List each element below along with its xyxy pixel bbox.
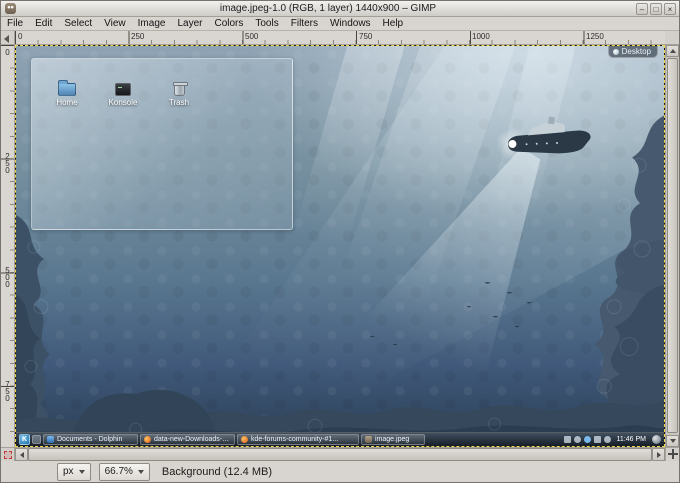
window-controls: – □ ×: [636, 2, 676, 15]
taskbar-window-button: data-new-Downloads-...jpeg: [140, 434, 235, 445]
titlebar[interactable]: image.jpeg-1.0 (RGB, 1 layer) 1440x900 –…: [1, 1, 679, 17]
h-ruler-mark: 750: [359, 32, 373, 41]
folderview-widget: Home Konsole Trash: [31, 58, 293, 230]
desktop-icon-konsole: Konsole: [100, 83, 146, 107]
taskbar-window-label: Documents - Dolphin: [57, 436, 123, 443]
menu-edit[interactable]: Edit: [29, 17, 58, 30]
plasma-icon: [612, 48, 619, 55]
vertical-scroll-thumb[interactable]: [667, 58, 678, 433]
taskbar-window-button: Documents - Dolphin: [43, 434, 138, 445]
taskbar-window-label: image.jpeg: [375, 436, 410, 443]
desktop-icon-trash: Trash: [156, 82, 202, 107]
menu-view[interactable]: View: [98, 17, 132, 30]
taskbar-window-button: image.jpeg: [361, 434, 425, 445]
home-folder-icon: [58, 80, 76, 96]
v-ruler-mark: 250: [3, 152, 12, 173]
canvas-viewport[interactable]: Home Konsole Trash Desktop K Documents -…: [15, 45, 665, 447]
close-button[interactable]: ×: [664, 2, 676, 15]
minimize-button[interactable]: –: [636, 2, 648, 15]
kmenu-icon: K: [19, 434, 30, 445]
desktop-toolbox-label: Desktop: [621, 46, 651, 56]
statusbar: px 66.7% Background (12.4 MB): [1, 461, 679, 482]
menu-select[interactable]: Select: [58, 17, 98, 30]
chevron-down-icon: [78, 469, 85, 474]
scroll-left-button[interactable]: [15, 448, 28, 461]
menu-arrow-icon: [4, 35, 9, 43]
unit-selector[interactable]: px: [57, 462, 91, 481]
folderview-icons: Home Konsole Trash: [32, 59, 292, 107]
up-arrow-icon: [669, 49, 676, 53]
h-ruler-mark: 250: [131, 32, 145, 41]
navigation-cross-icon: [667, 449, 678, 459]
maximize-button[interactable]: □: [650, 2, 662, 15]
h-ruler-mark: 0: [18, 32, 23, 41]
status-text: Background (12.4 MB): [161, 465, 272, 478]
taskbar-window-label: kde-forums-community-#1...: [251, 436, 339, 443]
dolphin-icon: [47, 436, 54, 443]
horizontal-ruler[interactable]: 0 250 500 750 1000 1250: [15, 31, 665, 45]
h-ruler-mark: 1000: [472, 32, 490, 41]
firefox-icon: [241, 436, 248, 443]
gimp-window: image.jpeg-1.0 (RGB, 1 layer) 1440x900 –…: [0, 0, 680, 483]
konsole-icon: [115, 83, 131, 96]
tray-icon: [573, 436, 581, 443]
menu-image[interactable]: Image: [132, 17, 172, 30]
zoom-selector-value: 66.7%: [104, 466, 133, 477]
taskbar-clock: 11:46 PM: [616, 436, 646, 443]
horizontal-scrollbar[interactable]: [15, 447, 665, 461]
trash-icon: [172, 82, 188, 96]
vertical-scrollbar[interactable]: [665, 45, 679, 447]
menu-colors[interactable]: Colors: [208, 17, 249, 30]
right-arrow-icon: [656, 451, 661, 458]
menu-filters[interactable]: Filters: [285, 17, 324, 30]
chevron-down-icon: [137, 469, 144, 474]
scroll-up-button[interactable]: [666, 45, 679, 57]
unit-selector-value: px: [63, 466, 74, 477]
canvas-image[interactable]: Home Konsole Trash Desktop K Documents -…: [15, 45, 665, 447]
menu-file[interactable]: File: [1, 17, 29, 30]
rocks-left: [16, 215, 52, 446]
plasma-cashew-icon: [652, 435, 661, 444]
gimp-task-icon: [365, 436, 372, 443]
desktop-icon-label: Home: [56, 98, 78, 107]
tray-icon: [563, 436, 571, 443]
menu-tools[interactable]: Tools: [249, 17, 284, 30]
system-tray: [563, 436, 611, 443]
menu-layer[interactable]: Layer: [171, 17, 208, 30]
taskbar-window-label: data-new-Downloads-...jpeg: [154, 436, 231, 443]
ruler-gap: [665, 31, 679, 45]
scroll-down-button[interactable]: [666, 435, 679, 447]
desktop-icon-label: Konsole: [108, 98, 138, 107]
desktop-toolbox: Desktop: [607, 46, 658, 58]
v-ruler-mark: 0: [3, 48, 12, 55]
left-arrow-icon: [19, 451, 24, 458]
v-ruler-mark: 750: [3, 380, 12, 401]
firefox-icon: [144, 436, 151, 443]
menu-windows[interactable]: Windows: [324, 17, 377, 30]
h-ruler-mark: 500: [245, 32, 259, 41]
desktop-icon-label: Trash: [168, 98, 190, 107]
menubar: File Edit Select View Image Layer Colors…: [1, 17, 679, 31]
gimp-wilber-icon: [5, 3, 16, 14]
scroll-right-button[interactable]: [652, 448, 665, 461]
show-desktop-icon: [32, 435, 41, 444]
vertical-ruler[interactable]: 0 250 500 750: [1, 45, 15, 447]
window-title: image.jpeg-1.0 (RGB, 1 layer) 1440x900 –…: [219, 3, 437, 14]
navigation-button[interactable]: [665, 447, 679, 461]
h-ruler-mark: 1250: [586, 32, 604, 41]
tray-icon: [603, 436, 611, 443]
taskbar-window-button: kde-forums-community-#1...: [237, 434, 359, 445]
menu-help[interactable]: Help: [377, 17, 410, 30]
quick-mask-icon: [3, 450, 12, 459]
desktop-icon-home: Home: [44, 80, 90, 107]
canvas-menu-button[interactable]: [1, 31, 15, 45]
down-arrow-icon: [669, 439, 676, 443]
zoom-selector[interactable]: 66.7%: [98, 462, 150, 481]
tray-icon: [583, 436, 591, 443]
screenshot-taskbar: K Documents - Dolphin data-new-Downloads…: [16, 432, 664, 446]
v-ruler-mark: 500: [3, 266, 12, 287]
quick-mask-toggle[interactable]: [1, 447, 15, 461]
tray-icon: [593, 436, 601, 443]
horizontal-scroll-thumb[interactable]: [28, 448, 652, 461]
